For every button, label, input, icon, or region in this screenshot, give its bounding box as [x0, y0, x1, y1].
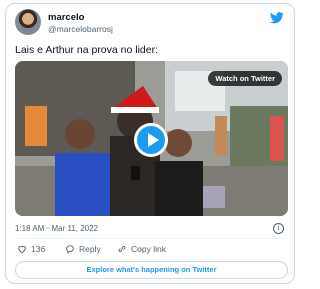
twitter-bird-icon[interactable] — [270, 12, 284, 24]
like-count: 136 — [31, 244, 46, 254]
reply-button[interactable]: Reply — [65, 244, 101, 254]
video-thumbnail[interactable]: Watch on Twitter — [15, 61, 288, 216]
explore-button[interactable]: Explore what's happening on Twitter — [15, 261, 288, 279]
like-button[interactable]: 136 — [17, 244, 45, 254]
play-icon[interactable] — [134, 123, 168, 157]
avatar[interactable] — [15, 9, 41, 35]
author-handle[interactable]: @marcelobarrosj — [48, 24, 113, 34]
reply-icon — [66, 245, 74, 254]
watch-on-twitter-label[interactable]: Watch on Twitter — [208, 71, 282, 86]
info-icon[interactable]: i — [273, 223, 284, 234]
tweet-embed-card: marcelo @marcelobarrosj Lais e Arthur na… — [5, 3, 295, 284]
copy-link-label: Copy link — [131, 244, 166, 254]
link-icon — [118, 245, 126, 253]
tweet-header: marcelo @marcelobarrosj — [15, 9, 286, 37]
tweet-timestamp[interactable]: 1:18 AM · Mar 11, 2022 — [15, 224, 98, 233]
author-name[interactable]: marcelo — [48, 12, 84, 23]
reply-label: Reply — [79, 244, 101, 254]
heart-icon — [18, 245, 26, 254]
divider — [15, 238, 284, 239]
tweet-actions: 136 Reply Copy link — [15, 244, 284, 256]
copy-link-button[interactable]: Copy link — [117, 244, 166, 254]
tweet-meta: 1:18 AM · Mar 11, 2022 i — [15, 223, 284, 235]
tweet-text: Lais e Arthur na prova no lider: — [15, 44, 159, 56]
